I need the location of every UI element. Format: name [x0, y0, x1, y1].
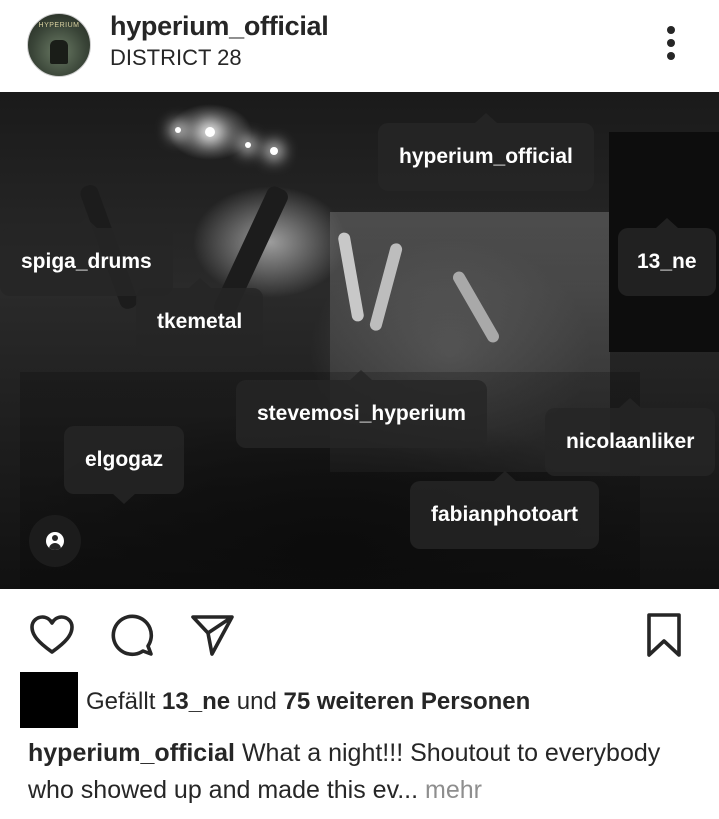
stage-light [205, 127, 215, 137]
caption: hyperium_official What a night!!! Shouto… [28, 735, 708, 809]
action-bar [0, 589, 719, 675]
stage-light [175, 127, 181, 133]
likes-count[interactable]: 75 weiteren Personen [284, 688, 531, 715]
avatar-logo-text: HYPERIUM [38, 22, 80, 29]
stage-light [245, 142, 251, 148]
photo-tag[interactable]: tkemetal [136, 278, 264, 356]
post-username[interactable]: hyperium_official [110, 11, 329, 42]
liker-avatar[interactable] [20, 672, 78, 728]
likes-row: Gefällt 13_ne und 75 weiteren Personen [20, 672, 710, 728]
photo-tag[interactable]: spiga_drums [0, 218, 173, 296]
comment-icon[interactable] [106, 611, 158, 659]
photo-tag[interactable]: hyperium_official [378, 113, 594, 191]
photo-tag[interactable]: fabianphotoart [410, 471, 599, 549]
post-photo[interactable]: hyperium_official spiga_drums 13_ne tkem… [0, 92, 719, 589]
likes-prefix: Gefällt [86, 688, 156, 715]
heart-icon[interactable] [26, 611, 78, 659]
user-tag-icon[interactable] [29, 515, 81, 567]
photo-tag[interactable]: elgogaz [64, 426, 185, 504]
more-options-icon[interactable] [656, 20, 686, 66]
likes-text: Gefällt 13_ne und 75 weiteren Personen [86, 688, 530, 716]
photo-tag[interactable]: nicolaanliker [545, 398, 716, 476]
caption-more-link[interactable]: mehr [425, 776, 482, 804]
caption-username[interactable]: hyperium_official [28, 739, 235, 767]
send-icon[interactable] [186, 611, 238, 659]
post-location[interactable]: DISTRICT 28 [110, 45, 242, 71]
avatar[interactable]: HYPERIUM [27, 13, 91, 77]
likes-user[interactable]: 13_ne [162, 688, 230, 715]
avatar-figure [50, 40, 68, 64]
bookmark-icon[interactable] [640, 611, 688, 659]
photo-tag[interactable]: 13_ne [618, 218, 716, 296]
likes-middle: und [236, 688, 277, 715]
post-header: HYPERIUM hyperium_official DISTRICT 28 [0, 0, 719, 92]
stage-light [270, 147, 278, 155]
photo-tag[interactable]: stevemosi_hyperium [236, 370, 487, 448]
